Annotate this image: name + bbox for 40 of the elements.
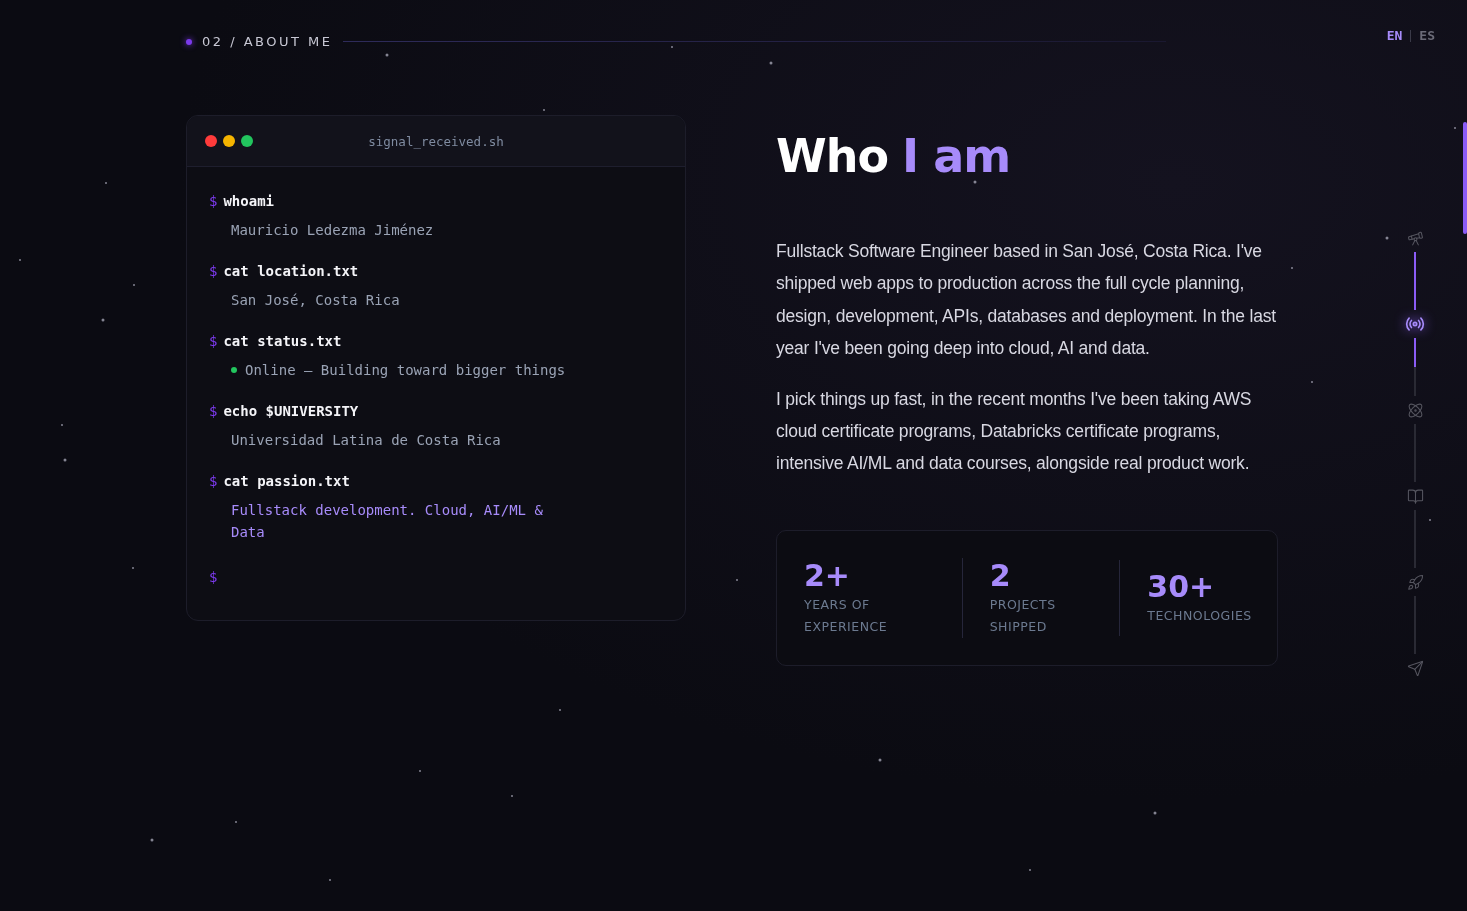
broadcast-icon <box>1405 314 1425 334</box>
stat-label: YEARS OF EXPERIENCE <box>804 595 889 636</box>
prompt-symbol: $ <box>209 473 218 489</box>
terminal-command: cat passion.txt <box>223 473 350 489</box>
terminal-output: Universidad Latina de Costa Rica <box>231 431 501 450</box>
bio-paragraph: I pick things up fast, in the recent months I've been taking AWS cloud certificate programs, Databricks certificate programs, intensive AI/ML and data courses, alongside real product work. <box>776 387 1253 476</box>
bio-paragraph: Fullstack Software Engineer based in San José, Costa Rica. I've shipped web apps to production across the full cycle planning, design, development, APIs, databases and deployment. In the last year I've been going deep into cloud, AI and data. <box>776 240 1277 361</box>
heading: Who <box>776 129 889 183</box>
prompt-symbol: $ <box>209 193 218 209</box>
minimize-dot <box>223 135 235 147</box>
maximize-dot <box>241 135 253 147</box>
section-label: 02 / ABOUT ME <box>202 34 333 49</box>
atom-icon <box>1406 401 1424 419</box>
terminal-output: Online — Building toward bigger things <box>245 361 566 380</box>
terminal-output: Fullstack development. Cloud, AI/ML & Data <box>231 501 544 542</box>
prompt-symbol: $ <box>209 333 218 349</box>
telescope-icon <box>1406 229 1424 247</box>
paper-plane-icon <box>1406 659 1424 677</box>
rocket-icon <box>1406 573 1424 591</box>
terminal-output: Mauricio Ledezma Jiménez <box>231 221 434 240</box>
language-toggle[interactable]: EN <box>1386 28 1403 43</box>
book-icon <box>1406 487 1424 505</box>
prompt-symbol: $ <box>209 569 218 585</box>
terminal-command: whoami <box>223 193 274 209</box>
terminal-filename: signal_received.sh <box>367 133 505 149</box>
terminal-command: echo $UNIVERSITY <box>223 403 359 419</box>
terminal-output: San José, Costa Rica <box>231 291 400 310</box>
scrollbar-thumb[interactable] <box>1463 122 1467 234</box>
terminal-command: cat location.txt <box>223 263 359 279</box>
stat-value: 2 <box>989 557 1012 594</box>
stat-value: 2+ <box>804 557 851 594</box>
close-dot <box>205 135 217 147</box>
language-toggle[interactable]: ES <box>1419 28 1435 43</box>
prompt-symbol: $ <box>209 263 218 279</box>
terminal-command: cat status.txt <box>223 333 342 349</box>
stat-label: PROJECTS SHIPPED <box>989 595 1057 636</box>
prompt-symbol: $ <box>209 403 218 419</box>
heading-accent: I am <box>902 129 1011 183</box>
stat-value: 30+ <box>1147 568 1216 605</box>
bullet-dot <box>186 38 192 45</box>
